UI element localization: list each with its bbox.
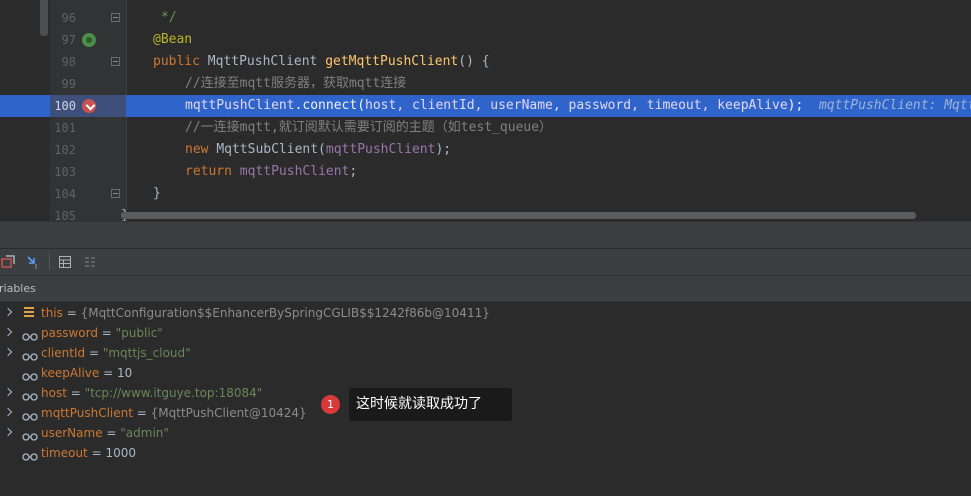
inline-debug-value: mqttPushClient: MqttPushClient@10424	[818, 98, 971, 113]
debug-toolbar: I	[0, 249, 971, 276]
variable-text: this = {MqttConfiguration$$EnhancerBySpr…	[41, 303, 490, 323]
line-number: 98	[61, 55, 76, 69]
code-text: new MqttSubClient(mqttPushClient);	[185, 142, 452, 157]
horizontal-scrollbar-thumb[interactable]	[121, 212, 916, 219]
code-editor[interactable]: 96 */ 97 @Bean 98 public MqttPushClient …	[0, 0, 971, 221]
code-line-103[interactable]: 103 return mqttPushClient;	[0, 161, 971, 183]
variable-equals: =	[97, 326, 116, 340]
variable-row-keepAlive[interactable]: keepAlive = 10	[0, 363, 971, 383]
svg-text:I: I	[35, 263, 37, 270]
variable-row-this[interactable]: this = {MqttConfiguration$$EnhancerBySpr…	[0, 303, 971, 323]
code-text: mqttPushClient.connect(host, clientId, u…	[185, 95, 971, 117]
variable-equals: =	[62, 306, 81, 320]
variable-name: timeout	[41, 446, 88, 460]
spring-bean-icon[interactable]	[82, 33, 96, 47]
code-line-102[interactable]: 102 new MqttSubClient(mqttPushClient);	[0, 139, 971, 161]
variable-value: "admin"	[120, 426, 169, 440]
variable-row-password[interactable]: password = "public"	[0, 323, 971, 343]
code-text: public MqttPushClient getMqttPushClient(…	[153, 54, 490, 69]
step-into-icon[interactable]: I	[25, 254, 41, 271]
variable-equals: =	[85, 346, 103, 360]
variable-value: "tcp://www.itguye.top:18084"	[84, 386, 263, 400]
variable-text: mqttPushClient = {MqttPushClient@10424}	[41, 403, 307, 423]
table-view-icon[interactable]	[57, 254, 73, 270]
variable-name: host	[41, 386, 67, 400]
line-number: 97	[61, 33, 76, 47]
watch-glasses-icon	[22, 448, 38, 468]
code-line-101[interactable]: 101 //一连接mqtt,就订阅默认需要订阅的主题（如test_queue）	[0, 117, 971, 139]
variable-value: {MqttConfiguration$$EnhancerBySpringCGLI…	[80, 306, 490, 320]
variable-equals: =	[132, 406, 151, 420]
variable-equals: =	[102, 426, 121, 440]
variables-header: riables	[0, 276, 971, 302]
variable-text: host = "tcp://www.itguye.top:18084"	[41, 383, 262, 403]
variable-row-userName[interactable]: userName = "admin"	[0, 423, 971, 443]
variable-row-clientId[interactable]: clientId = "mqttjs_cloud"	[0, 343, 971, 363]
expand-chevron-icon[interactable]	[3, 347, 13, 357]
line-number: 102	[54, 143, 76, 157]
variable-row-timeout[interactable]: timeout = 1000	[0, 443, 971, 463]
code-text: }	[153, 186, 161, 201]
variable-equals: =	[87, 446, 106, 460]
expand-chevron-icon[interactable]	[3, 307, 13, 317]
code-comment: //一连接mqtt,就订阅默认需要订阅的主题（如test_queue）	[185, 120, 553, 135]
variable-name: this	[41, 306, 63, 320]
code-line-100-current[interactable]: 100 mqttPushClient.connect(host, clientI…	[0, 95, 971, 117]
breakpoint-icon[interactable]	[82, 99, 96, 113]
line-number: 96	[61, 11, 76, 25]
variable-value: 1000	[105, 446, 136, 460]
expand-chevron-icon[interactable]	[3, 407, 13, 417]
expand-chevron-icon[interactable]	[3, 387, 13, 397]
annotation-badge: 1	[321, 395, 340, 414]
variable-value: {MqttPushClient@10424}	[150, 406, 307, 420]
expand-chevron-icon[interactable]	[3, 327, 13, 337]
variable-name: keepAlive	[41, 366, 100, 380]
line-number: 103	[54, 165, 76, 179]
line-number: 100	[54, 99, 76, 113]
variable-name: userName	[41, 426, 103, 440]
code-line-104[interactable]: 104 }	[0, 183, 971, 205]
code-line-96[interactable]: 96 */	[0, 7, 971, 29]
fold-marker-icon[interactable]	[111, 189, 120, 198]
fold-marker-icon[interactable]	[111, 13, 120, 22]
line-number: 101	[54, 121, 76, 135]
code-text: */	[161, 10, 177, 25]
line-number: 99	[61, 77, 76, 91]
variable-equals: =	[66, 386, 85, 400]
line-number: 104	[54, 187, 76, 201]
variable-text: timeout = 1000	[41, 443, 136, 463]
variable-name: password	[41, 326, 98, 340]
variable-name: mqttPushClient	[41, 406, 133, 420]
annotation-callout: 这时候就读取成功了	[349, 388, 512, 421]
variable-value: "mqttjs_cloud"	[102, 346, 191, 360]
code-text: return mqttPushClient;	[185, 164, 358, 179]
stack-icon	[24, 307, 34, 318]
code-comment: //连接至mqtt服务器，获取mqtt连接	[185, 76, 407, 91]
layout-settings-icon[interactable]	[82, 254, 98, 270]
debug-tab-bar	[0, 221, 971, 249]
line-number: 105	[54, 209, 76, 221]
variables-title: riables	[0, 282, 36, 295]
variable-text: clientId = "mqttjs_cloud"	[41, 343, 191, 363]
toolbar-divider	[49, 254, 50, 270]
variable-text: userName = "admin"	[41, 423, 169, 443]
code-line-98[interactable]: 98 public MqttPushClient getMqttPushClie…	[0, 51, 971, 73]
restore-layout-icon[interactable]	[0, 254, 16, 270]
code-line-99[interactable]: 99 //连接至mqtt服务器，获取mqtt连接	[0, 73, 971, 95]
variable-value: "public"	[115, 326, 163, 340]
variable-value: 10	[116, 366, 133, 380]
variable-name: clientId	[41, 346, 86, 360]
variable-equals: =	[99, 366, 117, 380]
variable-text: password = "public"	[41, 323, 163, 343]
fold-marker-icon[interactable]	[111, 57, 120, 66]
expand-chevron-icon[interactable]	[3, 427, 13, 437]
variable-text: keepAlive = 10	[41, 363, 132, 383]
code-text: @Bean	[153, 32, 193, 47]
code-line-97[interactable]: 97 @Bean	[0, 29, 971, 51]
